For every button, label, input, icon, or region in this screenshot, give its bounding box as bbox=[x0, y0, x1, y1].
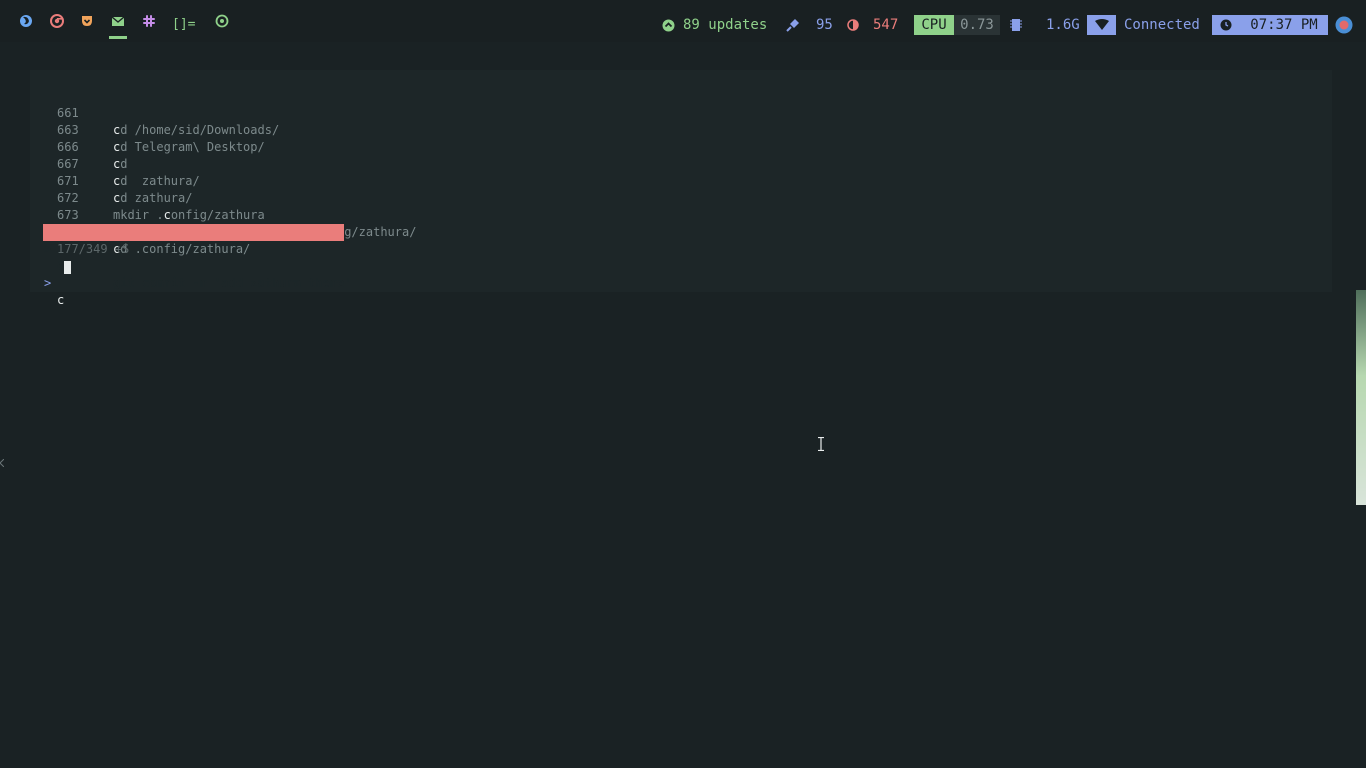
history-command: onfig/zathura bbox=[170, 208, 265, 222]
match-char: c bbox=[163, 208, 171, 222]
cpu-value: 0.73 bbox=[954, 15, 1000, 35]
workspace-pocket[interactable] bbox=[75, 0, 99, 42]
history-row[interactable]: 667 cd zathura/ bbox=[30, 139, 200, 188]
mail-icon bbox=[111, 15, 125, 27]
mouse-ibeam-cursor bbox=[818, 436, 824, 455]
history-command: d /home/sid/Downloads/ bbox=[120, 123, 280, 137]
battery-text: 95 bbox=[816, 17, 833, 33]
history-row[interactable]: 663 cd Telegram\ Desktop/ bbox=[30, 105, 265, 154]
history-command: d bbox=[120, 157, 128, 171]
workspace-mail[interactable] bbox=[106, 0, 130, 42]
selection-pointer: > bbox=[44, 242, 52, 256]
wifi-icon bbox=[1094, 19, 1109, 35]
history-row[interactable]: 673 cp -r zathurarc /home/sid/.config/za… bbox=[30, 190, 416, 239]
updates-text: 89 updates bbox=[683, 17, 768, 33]
history-command: d .config/zathura/ bbox=[120, 242, 251, 256]
record-icon bbox=[215, 14, 229, 28]
status-bar: []= 89 updates 95 547 CPU 0.73 1.6G Conn… bbox=[0, 0, 1366, 42]
memory-chip-icon bbox=[1010, 18, 1022, 32]
layout-indicator[interactable]: []= bbox=[172, 0, 195, 42]
wifi-badge bbox=[1087, 15, 1116, 35]
memory-text: 1.6G bbox=[1046, 17, 1080, 33]
history-row[interactable]: 671 cd zathura/ bbox=[30, 156, 192, 205]
brightness-text: 547 bbox=[873, 17, 899, 33]
history-command: d Telegram\ Desktop/ bbox=[120, 140, 265, 154]
workspace-firefox[interactable] bbox=[14, 0, 38, 42]
history-command-prefix: mkdir . bbox=[113, 208, 164, 222]
workspace-slack[interactable] bbox=[137, 0, 161, 42]
pocket-icon bbox=[80, 14, 94, 28]
tray-avatar[interactable] bbox=[1335, 16, 1353, 38]
clock-badge bbox=[1212, 15, 1240, 35]
plug-icon bbox=[786, 18, 800, 32]
match-count: 177/349 +S bbox=[57, 242, 130, 256]
clock-time[interactable]: 07:37 PM bbox=[1240, 15, 1328, 35]
text-cursor bbox=[64, 261, 71, 274]
clock-icon bbox=[1220, 19, 1232, 35]
history-command: d zathura/ bbox=[120, 191, 193, 205]
history-row[interactable]: 661 cd /home/sid/Downloads/ bbox=[30, 88, 279, 137]
history-command: d zathura/ bbox=[120, 174, 200, 188]
search-prompt[interactable]: > c bbox=[30, 258, 230, 307]
brightness-icon bbox=[847, 19, 859, 31]
selected-history-row[interactable]: > 679 git commit -m 'add zathura theme' bbox=[43, 224, 351, 290]
history-row[interactable]: 666 cd bbox=[30, 122, 127, 171]
firefox-icon bbox=[19, 14, 33, 28]
cpu-label: CPU bbox=[914, 15, 954, 35]
terminal-window[interactable]: 661 cd /home/sid/Downloads/ 663 cd Teleg… bbox=[9, 42, 1355, 758]
selected-command: git commit -m 'add zathura theme' bbox=[113, 276, 352, 290]
prompt-symbol: > bbox=[44, 276, 52, 290]
workspace-chrome[interactable] bbox=[45, 0, 69, 42]
fzf-history-panel: 661 cd /home/sid/Downloads/ 663 cd Teleg… bbox=[30, 70, 1332, 307]
history-row[interactable]: 674 cd .config/zathura/ bbox=[30, 207, 250, 256]
avatar-icon bbox=[1335, 16, 1353, 38]
search-input[interactable]: c bbox=[57, 292, 64, 309]
desktop-edge-strip bbox=[1356, 290, 1366, 505]
arrow-up-circle-icon bbox=[662, 19, 675, 32]
slack-icon bbox=[142, 14, 156, 28]
chrome-icon bbox=[50, 14, 64, 28]
history-row[interactable]: 672 mkdir .config/zathura bbox=[30, 173, 265, 222]
edge-arrow-icon bbox=[0, 452, 5, 468]
tray-app[interactable] bbox=[210, 0, 234, 42]
